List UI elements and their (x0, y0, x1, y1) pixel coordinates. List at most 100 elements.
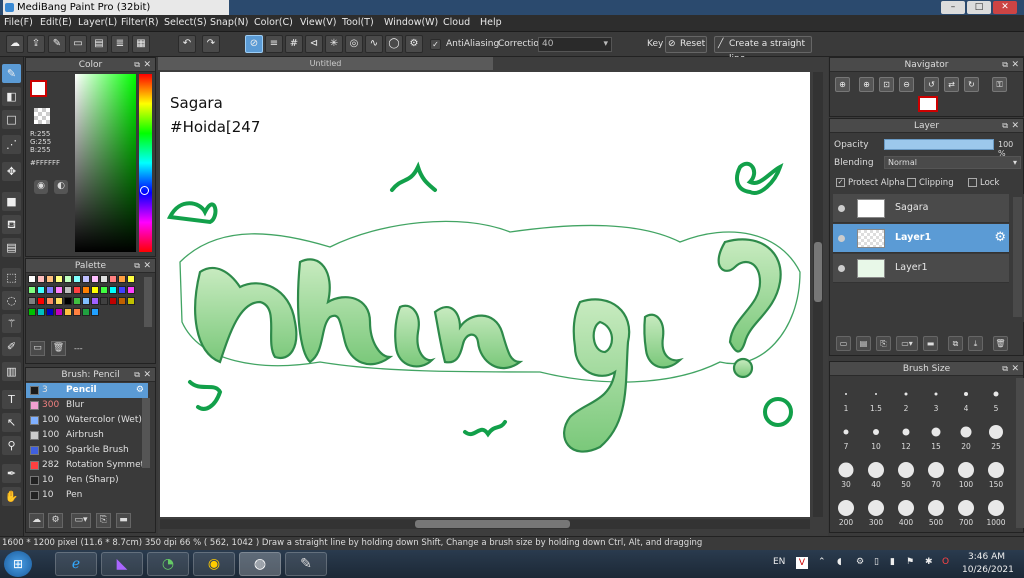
palette-swatch[interactable] (100, 297, 108, 305)
navigator-thumbnail[interactable] (918, 96, 938, 112)
brush-row[interactable]: 100 Airbrush (26, 428, 148, 443)
brush-row[interactable]: 300 Blur (26, 398, 148, 413)
list-icon[interactable]: ≣ (111, 35, 129, 53)
new-palette-icon[interactable]: ▭ (30, 341, 45, 356)
brush-size-option[interactable]: 30 (832, 454, 860, 489)
menu-color[interactable]: Color(C) (254, 17, 293, 28)
brush-row[interactable]: 3 Pencil ⚙ (26, 383, 148, 398)
brush-size-option[interactable]: 15 (922, 416, 950, 451)
tray-app-icon[interactable]: ⚙ (856, 557, 864, 567)
palette-icon[interactable]: ◉ (34, 180, 48, 194)
move-tool-icon[interactable]: ✥ (2, 162, 21, 181)
snap-off-icon[interactable]: ⊘ (245, 35, 263, 53)
brush-size-option[interactable]: 5 (982, 378, 1010, 413)
brush-size-option[interactable]: 4 (952, 378, 980, 413)
snap-parallel-icon[interactable]: ≡ (265, 35, 283, 53)
layer-row-sagara[interactable]: Sagara (833, 194, 1009, 223)
popout-icon[interactable]: ⧉ (1002, 362, 1008, 376)
menu-snap[interactable]: Snap(N) (210, 17, 248, 28)
palette-swatch[interactable] (55, 275, 63, 283)
brush-row[interactable]: 10 Pen (Sharp) (26, 473, 148, 488)
palette-swatch[interactable] (82, 275, 90, 283)
layer-folder-icon[interactable]: ▬ (923, 336, 938, 351)
menu-filter[interactable]: Filter(R) (121, 17, 159, 28)
saturation-value-picker[interactable] (75, 74, 136, 252)
zoom-out-icon[interactable]: ⊖ (899, 77, 914, 92)
copy-layer-icon[interactable]: ⎘ (876, 336, 891, 351)
close-icon[interactable]: ✕ (1011, 119, 1019, 133)
menu-edit[interactable]: Edit(E) (40, 17, 72, 28)
palette-swatch[interactable] (55, 297, 63, 305)
cloud-icon[interactable]: ☁ (6, 35, 24, 53)
opera-icon[interactable]: O (942, 557, 949, 567)
undo-icon[interactable]: ↶ (178, 35, 196, 53)
layer-settings-gear-icon[interactable]: ⚙ (994, 230, 1006, 245)
vertical-scroll-thumb[interactable] (814, 242, 822, 302)
cloud-brush-icon[interactable]: ☁ (29, 513, 44, 528)
pen-tool-icon[interactable]: ✒ (2, 464, 21, 483)
select-pen-icon[interactable]: ✐ (2, 337, 21, 356)
snap-grid-icon[interactable]: # (285, 35, 303, 53)
layer-row-layer1-selected[interactable]: Layer1 ⚙ (833, 224, 1009, 253)
canvas[interactable]: Sagara #Hoida[247 (160, 72, 810, 517)
palette-swatch[interactable] (46, 275, 54, 283)
palette-swatch[interactable] (82, 297, 90, 305)
palette-swatch[interactable] (28, 275, 36, 283)
brush-size-option[interactable]: 25 (982, 416, 1010, 451)
palette-swatch[interactable] (109, 297, 117, 305)
rect-tool-icon[interactable]: □ (2, 110, 21, 129)
lock-view-icon[interactable]: ⚿ (992, 77, 1007, 92)
brush-size-option[interactable]: 1000 (982, 492, 1010, 527)
palette-swatch[interactable] (64, 286, 72, 294)
protect-alpha-checkbox[interactable]: ✓ (836, 178, 845, 187)
flag-icon[interactable]: ⚑ (906, 557, 914, 567)
brush-size-option[interactable]: 50 (892, 454, 920, 489)
fill-rect-icon[interactable]: ■ (2, 192, 21, 211)
palette-swatch[interactable] (73, 297, 81, 305)
straight-line-button[interactable]: ╱Create a straight line (714, 36, 812, 64)
copy-brush-icon[interactable]: ⎘ (96, 513, 111, 528)
color-wheel-icon[interactable]: ◐ (54, 180, 68, 194)
brush-tool-icon[interactable]: ✎ (2, 64, 21, 83)
popout-icon[interactable]: ⧉ (134, 368, 140, 382)
reset-button[interactable]: ⊘ Reset (665, 36, 707, 53)
vertical-scrollbar[interactable] (813, 72, 823, 517)
antialiasing-checkbox[interactable]: ✓ (430, 39, 441, 50)
popout-icon[interactable]: ⧉ (134, 58, 140, 72)
brush-settings-icon[interactable]: ⚙ (48, 513, 63, 528)
bluetooth-icon[interactable]: ✱ (925, 557, 933, 567)
clock-time[interactable]: 3:46 AM (968, 552, 1005, 562)
palette-swatch[interactable] (82, 308, 90, 316)
document-icon[interactable]: ▤ (90, 35, 108, 53)
palette-swatch[interactable] (109, 275, 117, 283)
lock-checkbox[interactable] (968, 178, 977, 187)
hue-slider[interactable] (139, 74, 152, 252)
palette-swatch[interactable] (64, 308, 72, 316)
palette-swatch[interactable] (91, 275, 99, 283)
foreground-color[interactable] (30, 80, 47, 97)
rotate-left-icon[interactable]: ↺ (924, 77, 939, 92)
brush-size-option[interactable]: 70 (922, 454, 950, 489)
transparent-color[interactable] (34, 108, 50, 124)
minimize-button[interactable]: – (941, 1, 965, 14)
brush-size-option[interactable]: 40 (862, 454, 890, 489)
brush-size-option[interactable]: 700 (952, 492, 980, 527)
palette-swatch[interactable] (118, 275, 126, 283)
brush-settings-gear-icon[interactable]: ⚙ (136, 383, 144, 398)
zoom-in-small-icon[interactable]: ⊕ (859, 77, 874, 92)
palette-swatch[interactable] (91, 297, 99, 305)
brush-size-option[interactable]: 20 (952, 416, 980, 451)
popout-icon[interactable]: ⧉ (1002, 58, 1008, 72)
eye-icon[interactable] (838, 265, 845, 272)
brush-row[interactable]: 100 Sparkle Brush (26, 443, 148, 458)
redo-icon[interactable]: ↷ (202, 35, 220, 53)
eraser-tool-icon[interactable]: ◧ (2, 87, 21, 106)
merge-down-icon[interactable]: ⤓ (968, 336, 983, 351)
delete-layer-icon[interactable]: 🗑 (993, 336, 1008, 351)
layer-type-menu-icon[interactable]: ▭▾ (896, 336, 918, 351)
brush-size-option[interactable]: 200 (832, 492, 860, 527)
paint-icon[interactable]: ✎ (285, 552, 327, 576)
brush-size-option[interactable]: 7 (832, 416, 860, 451)
battery-icon[interactable]: ▯ (874, 557, 879, 567)
brush-scrollbar[interactable] (142, 398, 150, 468)
